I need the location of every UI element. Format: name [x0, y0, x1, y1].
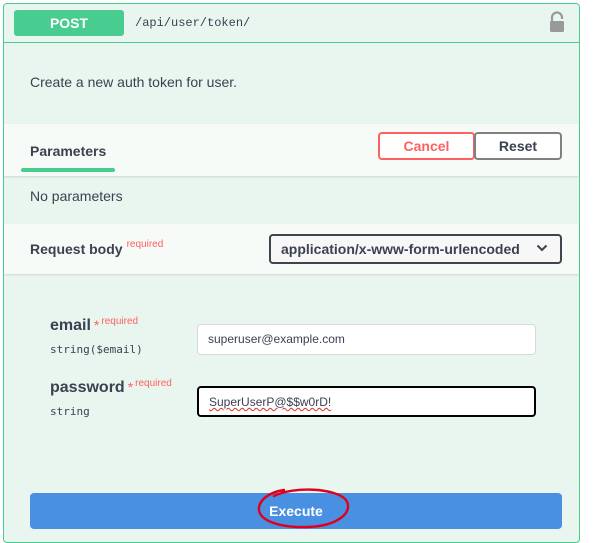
email-type: string($email) [50, 343, 143, 356]
email-field[interactable]: superuser@example.com [197, 324, 536, 355]
request-body-header: Request body required application/x-www-f… [4, 224, 579, 274]
password-required-asterisk: * [127, 379, 134, 395]
password-required-label: required [135, 378, 172, 389]
reset-button[interactable]: Reset [474, 132, 562, 160]
content-type-select[interactable]: application/x-www-form-urlencoded [269, 234, 562, 264]
content-type-value: application/x-www-form-urlencoded [281, 241, 520, 257]
email-required-asterisk: * [93, 317, 100, 333]
password-name: password [50, 379, 125, 396]
lock-icon[interactable] [547, 11, 567, 33]
operation-block: POST /api/user/token/ Create a new auth … [3, 3, 580, 543]
cancel-button[interactable]: Cancel [378, 132, 475, 160]
parameters-header: Parameters Cancel Reset [4, 124, 579, 176]
endpoint-path: /api/user/token/ [135, 16, 251, 30]
required-label: required [126, 239, 164, 250]
request-body-title: Request body required [30, 239, 164, 257]
password-field-label: password * required [50, 378, 172, 397]
password-value: SuperUserP@$$w0rD! [209, 395, 332, 409]
operation-description: Create a new auth token for user. [30, 74, 238, 90]
no-parameters-text: No parameters [30, 188, 123, 204]
email-field-label: email * required [50, 316, 139, 335]
execute-button[interactable]: Execute [30, 493, 562, 529]
method-badge: POST [14, 10, 124, 36]
password-type: string [50, 405, 90, 418]
tab-parameters[interactable]: Parameters [30, 143, 106, 159]
operation-summary[interactable]: POST /api/user/token/ [4, 4, 579, 43]
password-field[interactable]: SuperUserP@$$w0rD! [197, 386, 536, 417]
request-body-label: Request body [30, 241, 123, 257]
email-required-label: required [101, 316, 139, 327]
email-name: email [50, 317, 91, 334]
chevron-down-icon [536, 244, 548, 252]
tab-active-indicator [21, 168, 115, 172]
